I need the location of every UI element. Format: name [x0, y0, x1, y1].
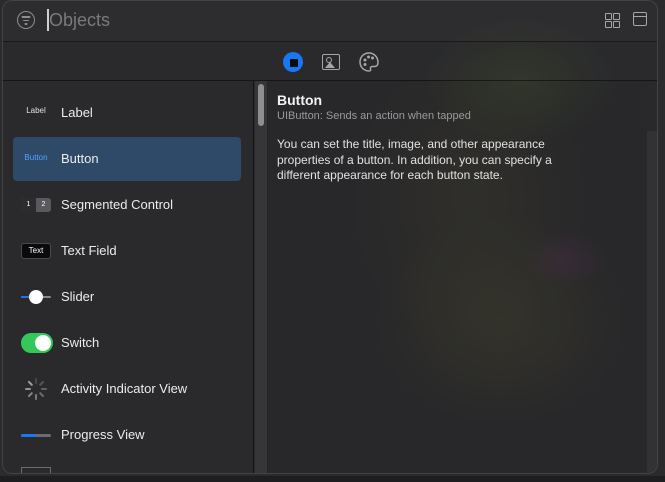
activity-indicator-thumbnail [21, 367, 51, 411]
detail-pane: Button UIButton: Sends an action when ta… [267, 81, 647, 473]
detail-title: Button [277, 92, 323, 108]
list-item-title: Button [61, 151, 99, 166]
list-item-title: Text Field [61, 243, 117, 258]
image-icon [322, 54, 340, 70]
grid-view-icon[interactable] [605, 13, 620, 28]
list-item-title: Switch [61, 335, 100, 350]
list-item-slider[interactable]: Slider [13, 275, 241, 319]
list-scrollbar-thumb[interactable] [258, 84, 264, 126]
progress-view-thumbnail [21, 413, 51, 457]
list-item-title: Segmented Control [61, 197, 174, 212]
switch-thumbnail [21, 321, 53, 365]
window-mode-icon[interactable] [633, 12, 647, 26]
tab-objects[interactable] [282, 51, 304, 73]
label-thumbnail: Label [26, 106, 46, 115]
list-item-title: Progress View [61, 427, 145, 442]
list-item-text-field[interactable]: Text Text Field [13, 229, 241, 273]
tab-colors[interactable] [358, 51, 380, 73]
library-window: Label Label Button Button 1 2 Segmented … [2, 0, 658, 474]
button-thumbnail: Button [24, 153, 48, 162]
partial-list-item-thumbnail [21, 467, 51, 473]
segmented-control-thumbnail: 1 2 [21, 183, 51, 227]
switch-toggle-icon [21, 333, 53, 353]
palette-icon [359, 52, 379, 72]
filter-icon[interactable] [17, 11, 35, 29]
text-field-thumbnail: Text [21, 229, 51, 273]
detail-description: You can set the title, image, and other … [277, 137, 552, 182]
list-item-title: Activity Indicator View [61, 381, 188, 396]
list-item-label[interactable]: Label Label [13, 91, 241, 135]
list-item-progress-view[interactable]: Progress View [13, 413, 241, 457]
detail-subtitle: UIButton: Sends an action when tapped [277, 110, 471, 122]
list-item-segmented-control[interactable]: 1 2 Segmented Control [13, 183, 241, 227]
search-input[interactable] [45, 7, 533, 33]
list-item-title: Label [61, 105, 93, 120]
bottom-edge [0, 476, 665, 482]
list-item-activity-indicator[interactable]: Activity Indicator View [13, 367, 241, 411]
tab-media[interactable] [320, 51, 342, 73]
list-item-button[interactable]: Button Button [13, 137, 241, 181]
library-tab-bar [3, 42, 657, 81]
library-list: Label Label Button Button 1 2 Segmented … [3, 81, 254, 473]
list-item-title: Slider [61, 289, 95, 304]
objects-icon [283, 52, 303, 72]
list-item-switch[interactable]: Switch [13, 321, 241, 365]
slider-thumbnail [21, 275, 51, 319]
search-bar [3, 1, 657, 42]
detail-scrollbar[interactable] [647, 131, 657, 473]
slider-knob [29, 290, 43, 304]
spinner-icon [24, 377, 48, 401]
